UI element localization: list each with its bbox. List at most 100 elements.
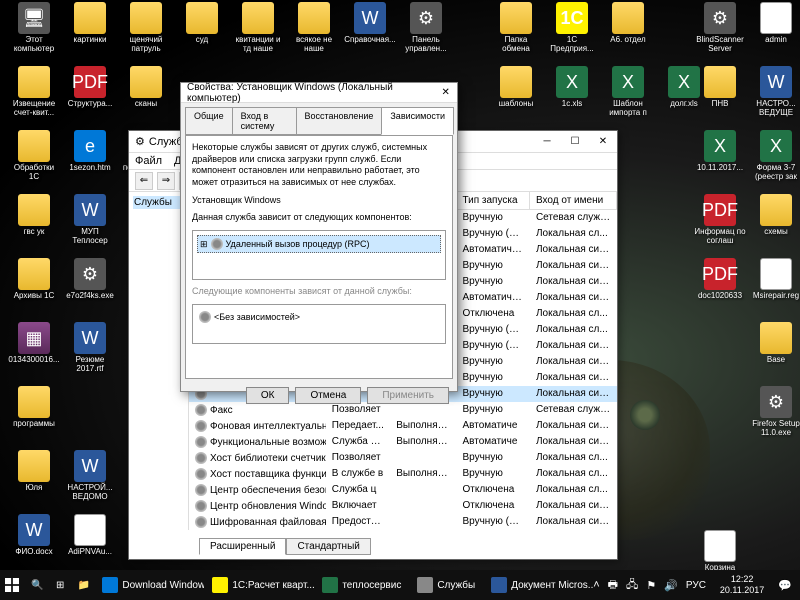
desktop-icon[interactable]: 🖥Этот компьютер — [8, 2, 60, 54]
desktop-icon[interactable]: WНАСТРО... ВЕДУЩЕ — [750, 66, 800, 118]
close-icon[interactable]: ✕ — [434, 87, 457, 98]
desktop-icon[interactable]: ≡Msirepair.reg — [750, 258, 800, 301]
service-row[interactable]: Центр обеспечения безопСлужба цОтключена… — [189, 482, 617, 498]
desktop-icon[interactable]: программы — [8, 386, 60, 429]
desktop-icon[interactable]: ⚙e7o2f4ks.exe — [64, 258, 116, 301]
desktop-icon[interactable]: Base — [750, 322, 800, 365]
gear-icon — [211, 238, 223, 250]
tab-general[interactable]: Общие — [185, 107, 233, 135]
flag-icon[interactable]: ⚑ — [646, 579, 656, 592]
desktop-icon[interactable]: Извещение счет-квит... — [8, 66, 60, 118]
taskbar-item[interactable]: Службы — [409, 570, 483, 600]
desktop-icon[interactable]: X10.11.2017... — [694, 130, 746, 173]
start-button[interactable] — [0, 570, 23, 600]
desktop-icon[interactable]: ⚙BlindScanner Server — [694, 2, 746, 54]
dependent-box[interactable]: <Без зависимостей> — [192, 304, 446, 344]
tab-dependencies[interactable]: Зависимости — [381, 107, 454, 135]
desktop-icon[interactable]: сканы — [120, 66, 172, 109]
apply-button[interactable]: Применить — [367, 387, 449, 404]
desktop-icon[interactable]: PDFИнформац по соглаш — [694, 194, 746, 246]
service-row[interactable]: Центр обновления WindowsВключаетОтключен… — [189, 498, 617, 514]
folder-icon — [130, 2, 162, 34]
taskbar-item[interactable]: теплосервис — [314, 570, 409, 600]
desktop-icon[interactable]: PDFСтруктура... — [64, 66, 116, 109]
desktop-icon[interactable]: ПНВ — [694, 66, 746, 109]
tray-up-icon[interactable]: ˄ — [593, 579, 599, 591]
desktop-icon[interactable]: X1с.xls — [546, 66, 598, 109]
search-icon[interactable]: 🔍 — [23, 570, 48, 600]
col-logon[interactable]: Вход от имени — [530, 192, 617, 209]
clock[interactable]: 12:22 20.11.2017 — [714, 574, 770, 596]
cancel-button[interactable]: Отмена — [295, 387, 361, 404]
desktop-icon[interactable]: WФИО.docx — [8, 514, 60, 557]
desktop-icon[interactable]: XФорма 3-7 (реестр зак — [750, 130, 800, 182]
folder-icon — [500, 2, 532, 34]
tab-recovery[interactable]: Восстановление — [296, 107, 383, 135]
service-row[interactable]: Функциональные возмож...Служба ф...Выпол… — [189, 434, 617, 450]
exe-icon: ⚙ — [704, 2, 736, 34]
desktop-icon[interactable]: всякое не наше — [288, 2, 340, 54]
desktop-icon[interactable]: Юля — [8, 450, 60, 493]
folder-icon — [704, 66, 736, 98]
language-indicator[interactable]: РУС — [686, 580, 706, 591]
close-button[interactable]: ✕ — [589, 131, 617, 153]
desktop-icon[interactable]: WНАСТРОЙ... ВЕДОМО — [64, 450, 116, 502]
desktop-icon[interactable]: WРезюме 2017.rtf — [64, 322, 116, 374]
desktop-icon[interactable]: Обработки 1С — [8, 130, 60, 182]
exe-icon: ⚙ — [760, 386, 792, 418]
desktop-icon[interactable]: 1C1С Предприя... — [546, 2, 598, 54]
desktop-icon[interactable]: картинки — [64, 2, 116, 45]
dep-rpc[interactable]: ⊞ Удаленный вызов процедур (RPC) — [197, 235, 441, 253]
desktop-icon[interactable]: WМУП Теплосер — [64, 194, 116, 246]
service-row[interactable]: Хост поставщика функцииВ службе вВыполня… — [189, 466, 617, 482]
ok-button[interactable]: ОК — [246, 387, 290, 404]
taskview-icon[interactable]: ⊞ — [48, 570, 70, 600]
taskbar-item[interactable]: Download Window... — [94, 570, 204, 600]
notifications-icon[interactable]: 💬 — [778, 579, 792, 592]
minimize-button[interactable]: ─ — [533, 131, 561, 153]
tab-logon[interactable]: Вход в систему — [232, 107, 297, 135]
taskbar-item[interactable]: Документ Micros... — [483, 570, 593, 600]
explorer-icon[interactable]: 📁 — [70, 570, 95, 600]
desktop-icon[interactable]: ⚙Firefox Setup 11.0.exe — [750, 386, 800, 438]
desktop-icon[interactable]: квитанции и тд наше — [232, 2, 284, 54]
tree-services[interactable]: Службы — [133, 196, 184, 209]
desktop-icon[interactable]: шаблоны — [490, 66, 542, 109]
tab-standard[interactable]: Стандартный — [286, 538, 370, 555]
desktop-icon[interactable]: PDFdoc1020633 — [694, 258, 746, 301]
no-deps: <Без зависимостей> — [197, 309, 441, 325]
depends-on-box[interactable]: ⊞ Удаленный вызов процедур (RPC) — [192, 230, 446, 280]
print-icon[interactable]: 🖶 — [608, 576, 618, 595]
service-row[interactable]: Шифрованная файловая сПредоставлВручную … — [189, 514, 617, 528]
desktop-icon[interactable]: гвс ук — [8, 194, 60, 237]
desktop-icon[interactable]: ≡admin — [750, 2, 800, 45]
desktop-icon[interactable]: ▦0134300016... — [8, 322, 60, 365]
col-startup[interactable]: Тип запуска — [456, 192, 530, 209]
icon-label: doc1020633 — [694, 292, 746, 301]
desktop-icon[interactable]: суд — [176, 2, 228, 45]
desktop-icon[interactable]: ≡AdiPNVAu... — [64, 514, 116, 557]
desktop-icon[interactable]: e1sezon.htm — [64, 130, 116, 173]
fwd-button[interactable]: ⇒ — [157, 172, 175, 190]
service-row[interactable]: Фоновая интеллектуальна...Передает...Вып… — [189, 418, 617, 434]
menu-file[interactable]: Файл — [135, 155, 162, 167]
network-icon[interactable]: 🖧 — [626, 576, 638, 595]
back-button[interactable]: ⇐ — [135, 172, 153, 190]
volume-icon[interactable]: 🔊 — [664, 579, 678, 592]
desktop-icon[interactable]: WСправочная... — [344, 2, 396, 45]
desktop-icon[interactable]: схемы — [750, 194, 800, 237]
props-titlebar[interactable]: Свойства: Установщик Windows (Локальный … — [181, 83, 457, 103]
desktop-icon[interactable]: Папка обмена — [490, 2, 542, 54]
desktop-icon[interactable]: XШаблон импорта п — [602, 66, 654, 118]
service-row[interactable]: Хост библиотеки счетчикаПозволяетВручную… — [189, 450, 617, 466]
taskbar-item[interactable]: 1С:Расчет кварт... — [204, 570, 314, 600]
desktop-icon[interactable]: ⚙Панель управлен... — [400, 2, 452, 54]
desktop-icon[interactable]: Архивы 1С — [8, 258, 60, 301]
desktop-icon[interactable]: 🗑Корзина — [694, 530, 746, 573]
desktop-icon[interactable]: щенячий патруль — [120, 2, 172, 54]
maximize-button[interactable]: ☐ — [561, 131, 589, 153]
tab-extended[interactable]: Расширенный — [199, 538, 286, 555]
desktop-icon[interactable]: А6. отдел — [602, 2, 654, 45]
app-icon — [417, 577, 433, 593]
plus-icon[interactable]: ⊞ — [200, 239, 208, 250]
